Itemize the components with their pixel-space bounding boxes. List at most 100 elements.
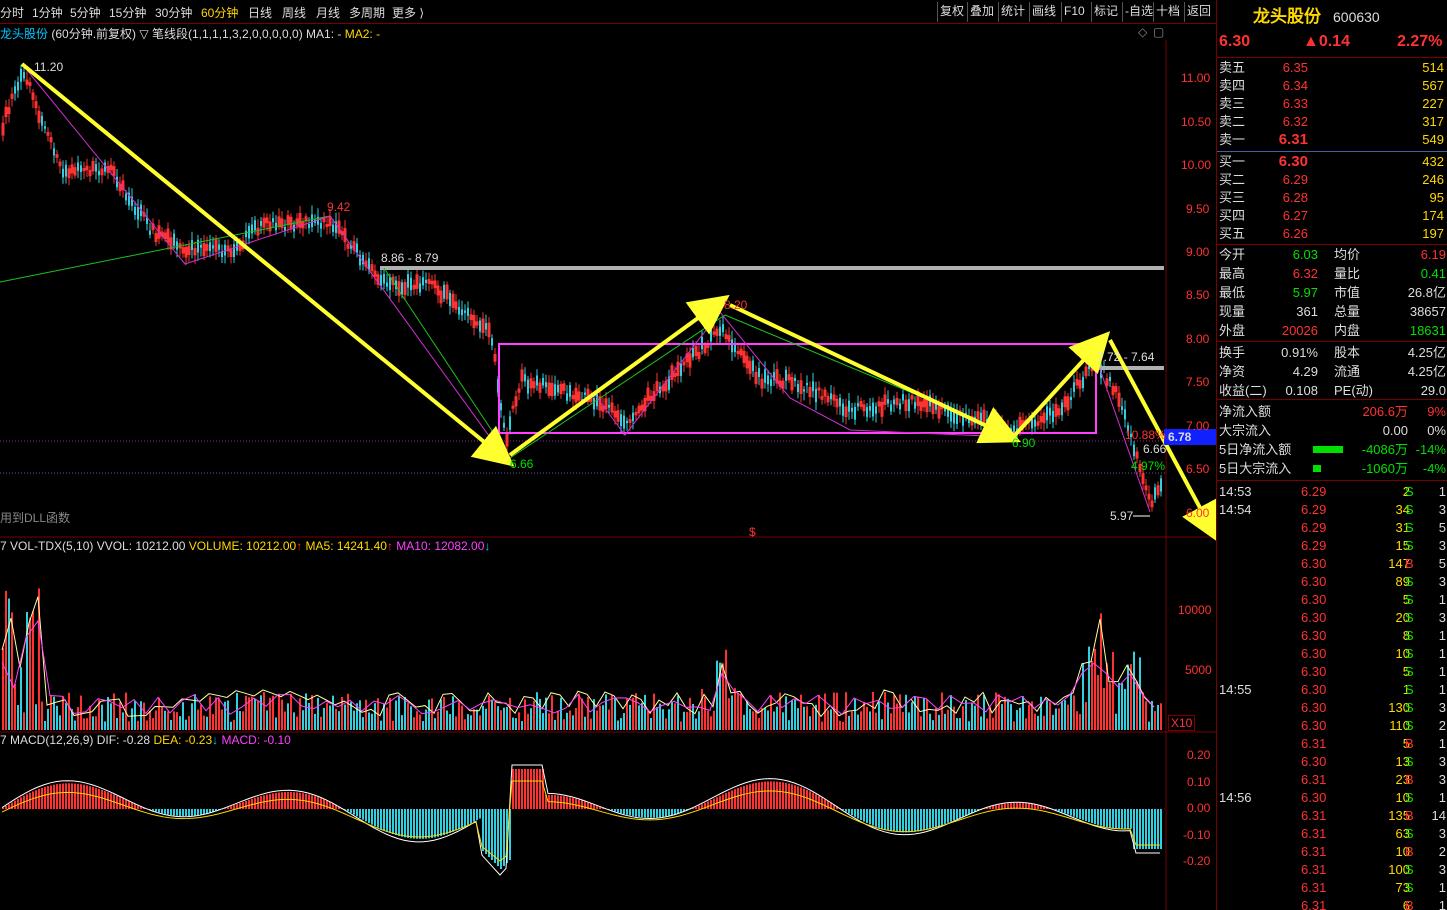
- volume-bar: [95, 716, 97, 730]
- tick-row: 6.30 89 S 3: [1217, 573, 1447, 591]
- tick-side: S: [1405, 790, 1414, 805]
- macd-bar: [539, 769, 541, 809]
- tick-price: 6.30: [1301, 592, 1327, 607]
- volume-bar: [506, 706, 508, 730]
- volume-bar: [692, 703, 694, 730]
- ask-volume: 567: [1422, 78, 1444, 93]
- macd-bar: [965, 809, 967, 816]
- volume-bar: [17, 705, 19, 730]
- macd-bar: [1070, 809, 1072, 816]
- volume-bar: [851, 711, 853, 730]
- macd-bar: [293, 792, 295, 809]
- macd-bar: [86, 785, 88, 809]
- bid-volume: 197: [1422, 226, 1444, 241]
- volume-bar: [542, 713, 544, 730]
- window-icon[interactable]: ▢: [1153, 25, 1164, 39]
- fund-row: 换手 0.91% 股本 4.25亿: [1217, 344, 1447, 362]
- kline-chart[interactable]: $: [0, 0, 1216, 910]
- macd-bar: [734, 789, 736, 809]
- macd-bar: [731, 790, 733, 809]
- volume-bar: [1148, 721, 1150, 730]
- volume-bar: [548, 713, 550, 730]
- fund-label: 净资: [1219, 364, 1246, 379]
- vol-indicator-name[interactable]: VOL-TDX(5,10): [10, 539, 93, 553]
- candle-body: [542, 378, 544, 386]
- volume-bar: [1136, 681, 1138, 730]
- candle-body: [1049, 407, 1051, 416]
- macd-bar: [77, 783, 79, 809]
- candle-body: [461, 309, 463, 316]
- macd-bar: [920, 809, 922, 831]
- volume-bar: [86, 718, 88, 730]
- candle-body: [383, 274, 385, 284]
- volume-bar: [1121, 683, 1123, 730]
- candle-body: [803, 389, 805, 392]
- fund-row: 净资 4.29 流通 4.25亿: [1217, 363, 1447, 381]
- volume-bar: [854, 698, 856, 730]
- volume-bar: [791, 700, 793, 730]
- tick-price: 6.30: [1301, 628, 1327, 643]
- fund-row: 收益(二) 0.108 PE(动) 29.0: [1217, 382, 1447, 400]
- macd-bar: [245, 800, 247, 809]
- volume-bar: [137, 720, 139, 730]
- resistance-line-886: [380, 266, 1164, 270]
- axis-tick: 7.50: [1186, 375, 1210, 389]
- stat-value: 18631: [1409, 323, 1446, 338]
- chart-indicator[interactable]: ▽ 笔线段(1,1,1,1,3,2,0,0,0,0,0): [139, 27, 302, 41]
- macd-bar: [182, 809, 184, 817]
- candle-body: [134, 206, 136, 215]
- candle-body: [839, 397, 841, 407]
- macd-indicator-name[interactable]: MACD(12,26,9): [10, 733, 93, 747]
- macd-bar: [290, 791, 292, 809]
- tick-count: 1: [1438, 646, 1446, 661]
- macd-bar: [452, 809, 454, 832]
- volume-bar: [938, 714, 940, 730]
- macd-bar: [5, 805, 7, 809]
- macd-bar: [317, 797, 319, 809]
- volume-bar: [944, 713, 946, 730]
- fund-value: 0.91%: [1281, 345, 1318, 360]
- macd-bar: [1130, 809, 1132, 829]
- macd-dif: DIF: -0.28: [96, 733, 151, 747]
- volume-bar: [293, 712, 295, 730]
- volume-bar: [953, 706, 955, 730]
- tick-price: 6.31: [1301, 880, 1327, 895]
- macd-bar: [878, 809, 880, 828]
- macd-bar: [806, 789, 808, 809]
- macd-bar: [464, 809, 466, 827]
- stat-row: 最低 5.97 市值 26.8亿: [1217, 284, 1447, 302]
- macd-bar: [278, 792, 280, 809]
- volume-bar: [1046, 700, 1048, 730]
- volume-bar: [416, 711, 418, 730]
- bid-price: 6.30: [1278, 153, 1308, 170]
- svg-text:$: $: [749, 525, 756, 539]
- candle-body: [914, 402, 916, 409]
- tick-time: 14:53: [1219, 484, 1252, 499]
- macd-bar: [371, 809, 373, 825]
- macd-bar: [404, 809, 406, 838]
- volume-bar: [701, 689, 703, 730]
- volume-bar: [59, 715, 61, 730]
- volume-bar: [455, 716, 457, 730]
- volume-bar: [680, 721, 682, 730]
- candle-body: [857, 403, 859, 407]
- volume-bar: [143, 702, 145, 730]
- volume-bar: [899, 694, 901, 730]
- volume-bar: [20, 667, 22, 730]
- candle-body: [872, 402, 874, 417]
- volume-bar: [911, 702, 913, 730]
- candle-body: [221, 252, 223, 258]
- annot-range1: 8.86 - 8.79: [381, 251, 439, 265]
- macd-bar: [1154, 809, 1156, 849]
- candle-body: [17, 81, 19, 91]
- macd-bar: [323, 799, 325, 809]
- volume-bar: [974, 705, 976, 730]
- flow-row: 净流入额 206.6万 9%: [1217, 403, 1447, 421]
- tick-price: 6.31: [1301, 736, 1327, 751]
- annot-high: 11.20: [34, 60, 64, 74]
- volume-bar: [845, 692, 847, 730]
- volume-bar: [524, 699, 526, 730]
- volume-bar: [653, 693, 655, 730]
- volume-bar: [149, 710, 151, 730]
- diamond-icon[interactable]: ◇: [1138, 25, 1147, 39]
